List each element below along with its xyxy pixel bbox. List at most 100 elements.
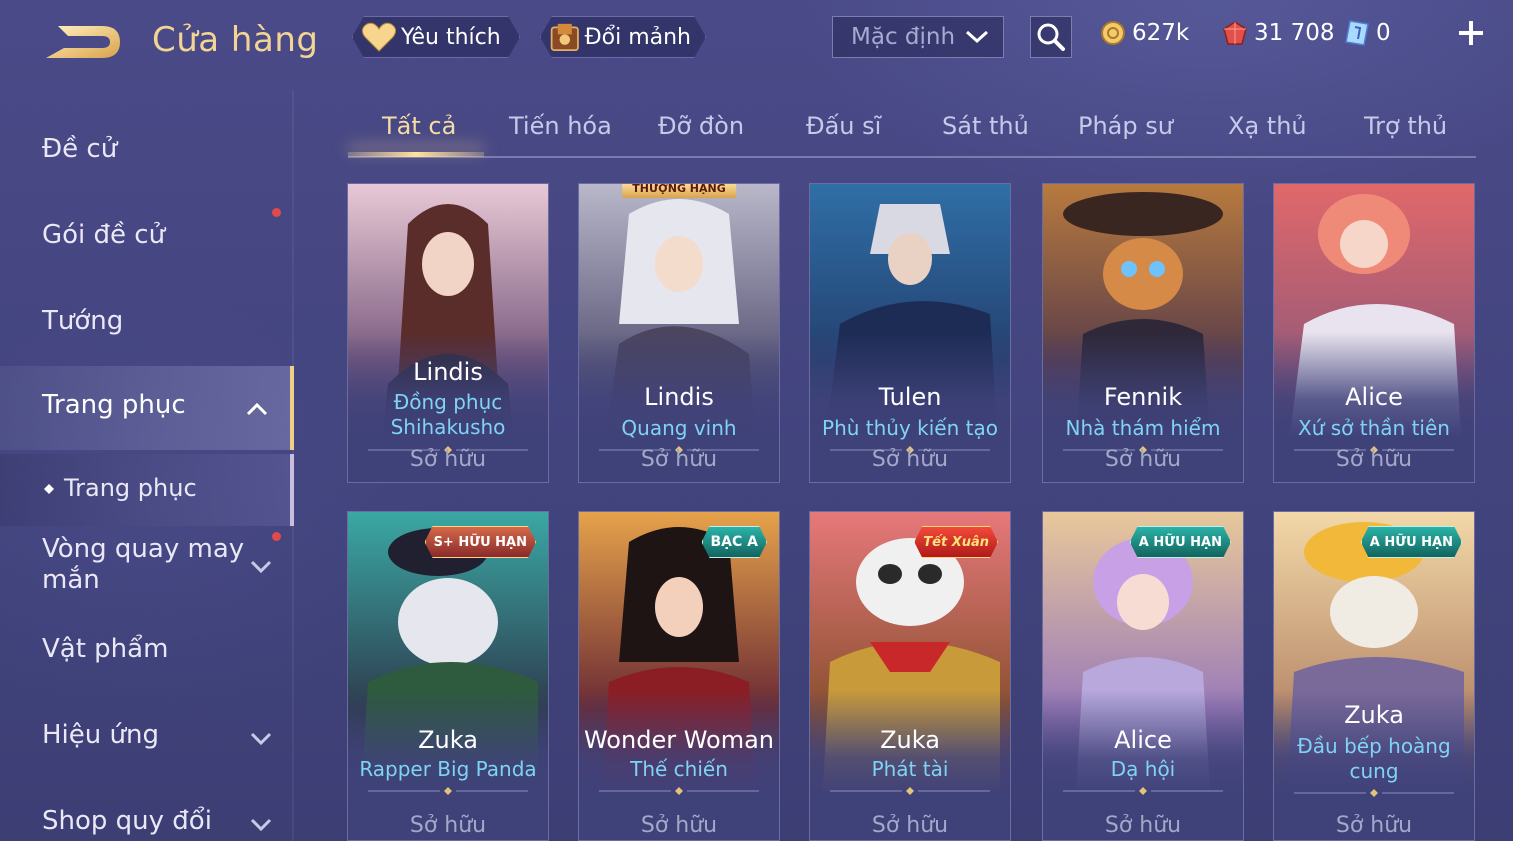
ownership-status: Sở hữu	[1104, 813, 1182, 838]
search-button[interactable]	[1030, 16, 1072, 58]
gem-amount: 31 708	[1254, 20, 1335, 46]
sidebar-item-recommended[interactable]: Đề cử	[0, 130, 294, 176]
sidebar-item-label: Shop quy đổi	[42, 806, 212, 836]
sidebar-item-recommended-bundles[interactable]: Gói đề cử	[0, 208, 294, 262]
skin-name: Phát tài	[871, 757, 949, 781]
separator-ornament	[830, 787, 990, 795]
skin-card[interactable]: THƯỢNG HẠNG Lindis Quang vinh Sở hữu	[578, 183, 780, 483]
notification-dot	[272, 532, 281, 541]
sidebar-item-skins[interactable]: Trang phục	[0, 366, 294, 450]
tier-badge: A HỮU HẠN	[1361, 526, 1462, 558]
card-info: Zuka Đầu bếp hoàng cung Sở hữu	[1274, 680, 1474, 840]
gold-balance: 627k	[1100, 16, 1189, 50]
sidebar-item-label: Trang phục	[64, 474, 197, 502]
card-info: Alice Xứ sở thần tiên Sở hữu	[1274, 342, 1474, 482]
top-bar: Cửa hàng Yêu thích Đổi mảnh Mặc định 627…	[0, 0, 1513, 80]
separator-ornament	[368, 787, 528, 795]
sidebar-item-label: Hiệu ứng	[42, 720, 159, 750]
ownership-status: Sở hữu	[1335, 447, 1413, 472]
gold-amount: 627k	[1132, 20, 1190, 46]
card-info: Alice Dạ hội Sở hữu	[1043, 700, 1243, 840]
skin-card[interactable]: BẠC A Wonder Woman Thế chiến Sở hữu	[578, 511, 780, 841]
sidebar-item-label: Trang phục	[42, 390, 186, 420]
red-gem-icon	[1223, 21, 1247, 45]
skin-card[interactable]: Alice Xứ sở thần tiên Sở hữu	[1273, 183, 1475, 483]
skin-card[interactable]: S+ HỮU HẠN Zuka Rapper Big Panda Sở hữu	[347, 511, 549, 841]
skin-name: Phù thủy kiến tạo	[822, 416, 998, 440]
hero-name: Wonder Woman	[583, 726, 775, 754]
tab-tank[interactable]: Đỡ đòn	[658, 112, 744, 140]
skin-name: Rapper Big Panda	[359, 757, 537, 781]
skin-card[interactable]: A HỮU HẠN Alice Dạ hội Sở hữu	[1042, 511, 1244, 841]
sidebar-item-items[interactable]: Vật phẩm	[0, 630, 294, 676]
card-info: Lindis Đồng phục Shihakusho Sở hữu	[348, 342, 548, 482]
hero-name: Lindis	[413, 358, 483, 386]
hero-name: Lindis	[644, 383, 714, 411]
tab-all[interactable]: Tất cả	[382, 112, 456, 140]
ownership-status: Sở hữu	[640, 813, 718, 838]
tier-badge: BẠC A	[702, 526, 768, 558]
skin-card[interactable]: Lindis Đồng phục Shihakusho Sở hữu	[347, 183, 549, 483]
separator-ornament	[1063, 787, 1223, 795]
tier-badge: THƯỢNG HẠNG	[622, 184, 736, 198]
shards-chest-icon	[549, 20, 581, 54]
favorites-label: Yêu thích	[401, 24, 501, 50]
favorites-button[interactable]: Yêu thích	[352, 16, 520, 58]
plus-icon	[1459, 21, 1483, 45]
sidebar-item-label: Vòng quay may mắn	[42, 534, 245, 595]
hero-name: Tulen	[878, 383, 942, 411]
skin-name: Thế chiến	[630, 757, 728, 781]
ownership-status: Sở hữu	[409, 447, 487, 472]
skin-name: Quang vinh	[621, 416, 737, 440]
sidebar-item-effects[interactable]: Hiệu ứng	[0, 716, 294, 762]
tab-evolution[interactable]: Tiến hóa	[509, 112, 612, 140]
diamond-bullet-icon	[44, 484, 54, 494]
hero-name: Alice	[1345, 383, 1403, 411]
tab-fighter[interactable]: Đấu sĩ	[806, 112, 881, 140]
back-button[interactable]	[40, 18, 124, 66]
exchange-shards-button[interactable]: Đổi mảnh	[540, 16, 706, 58]
skin-name: Xứ sở thần tiên	[1298, 416, 1450, 440]
active-tab-indicator	[348, 152, 484, 157]
tab-mage[interactable]: Pháp sư	[1078, 112, 1173, 140]
search-icon	[1037, 23, 1065, 51]
chevron-down-icon	[250, 560, 272, 574]
sidebar-subitem-skins[interactable]: Trang phục	[0, 454, 294, 526]
sort-dropdown[interactable]: Mặc định	[832, 16, 1004, 58]
card-info: Zuka Rapper Big Panda Sở hữu	[348, 700, 548, 840]
skin-card[interactable]: Tulen Phù thủy kiến tạo Sở hữu	[809, 183, 1011, 483]
hero-name: Zuka	[418, 726, 478, 754]
ownership-status: Sở hữu	[640, 447, 718, 472]
sidebar-item-label: Vật phẩm	[42, 634, 169, 664]
chevron-down-icon	[250, 818, 272, 832]
tab-marksman[interactable]: Xạ thủ	[1228, 112, 1307, 140]
skin-card[interactable]: Tết Xuân Zuka Phát tài Sở hữu	[809, 511, 1011, 841]
sidebar-item-label: Tướng	[42, 306, 124, 336]
skin-name: Đồng phục Shihakusho	[390, 390, 506, 439]
ownership-status: Sở hữu	[1335, 813, 1413, 838]
heart-icon	[361, 21, 397, 53]
sort-value: Mặc định	[851, 24, 956, 50]
separator-ornament	[1294, 789, 1454, 797]
card-info: Lindis Quang vinh Sở hữu	[579, 342, 779, 482]
skin-name: Dạ hội	[1110, 757, 1176, 781]
hero-name: Zuka	[880, 726, 940, 754]
skin-name: Đầu bếp hoàng cung	[1297, 734, 1451, 783]
sidebar-item-exchange-shop[interactable]: Shop quy đổi	[0, 802, 294, 841]
gold-coin-icon	[1101, 21, 1125, 45]
sidebar: Đề cử Gói đề cử Tướng Trang phục Trang p…	[0, 90, 296, 841]
page-title: Cửa hàng	[152, 20, 319, 60]
tab-support[interactable]: Trợ thủ	[1364, 112, 1447, 140]
ticket-balance: 0	[1344, 16, 1391, 50]
event-badge: Tết Xuân	[914, 526, 998, 558]
card-info: Fennik Nhà thám hiểm Sở hữu	[1043, 342, 1243, 482]
role-filter-tabs: Tất cả Tiến hóa Đỡ đòn Đấu sĩ Sát thủ Ph…	[348, 100, 1476, 158]
back-arrow-icon	[46, 26, 120, 58]
add-currency-button[interactable]	[1456, 18, 1486, 48]
ticket-amount: 0	[1376, 20, 1391, 46]
skin-card[interactable]: A HỮU HẠN Zuka Đầu bếp hoàng cung Sở hữu	[1273, 511, 1475, 841]
sidebar-item-heroes[interactable]: Tướng	[0, 302, 294, 348]
sidebar-item-lucky-wheel[interactable]: Vòng quay may mắn	[0, 532, 294, 604]
tab-assassin[interactable]: Sát thủ	[942, 112, 1029, 140]
skin-card[interactable]: Fennik Nhà thám hiểm Sở hữu	[1042, 183, 1244, 483]
